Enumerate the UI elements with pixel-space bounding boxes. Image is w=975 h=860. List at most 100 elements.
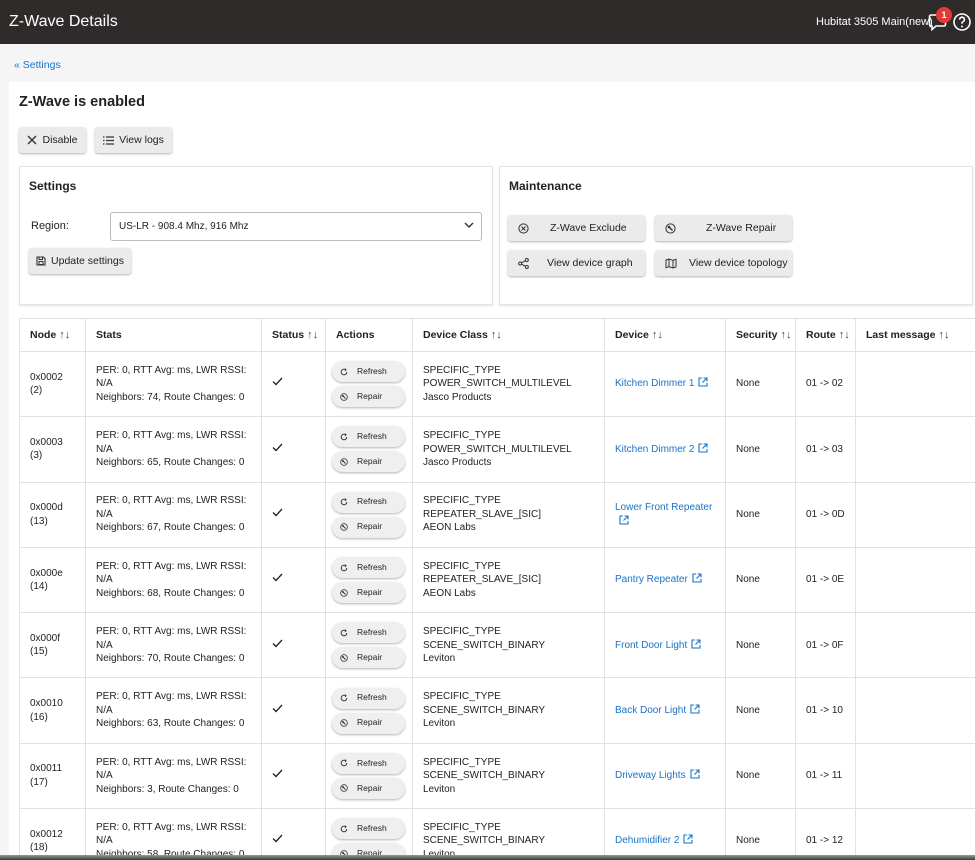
check-icon (272, 835, 283, 843)
column-header-device[interactable]: Device ↑↓ (604, 318, 726, 352)
column-header-security[interactable]: Security ↑↓ (725, 318, 796, 352)
repair-button[interactable]: Repair (332, 582, 405, 604)
stats-line-1: PER: 0, RTT Avg: ms, LWR RSSI: N/A (96, 756, 247, 782)
zwave-exclude-button[interactable]: Z-Wave Exclude (508, 215, 645, 241)
refresh-button[interactable]: Refresh (332, 557, 405, 579)
column-header-node[interactable]: Node ↑↓ (19, 318, 86, 352)
app-title: Z-Wave Details (9, 13, 118, 30)
zwave-repair-button[interactable]: Z-Wave Repair (655, 215, 792, 241)
help-icon[interactable] (952, 12, 972, 32)
sort-icon[interactable]: ↑↓ (652, 329, 663, 341)
external-link-icon[interactable] (692, 573, 702, 583)
refresh-button[interactable]: Refresh (332, 752, 405, 774)
device-class-line-2: SCENE_SWITCH_BINARY (423, 639, 546, 651)
repair-button[interactable]: Repair (332, 647, 405, 669)
refresh-icon (340, 498, 348, 506)
device-class-line-1: SPECIFIC_TYPE (423, 626, 501, 638)
node-decimal: (2) (30, 385, 43, 397)
check-icon (272, 769, 283, 778)
device-class-cell: SPECIFIC_TYPESCENE_SWITCH_BINARYLeviton (412, 612, 605, 679)
device-link[interactable]: Pantry Repeater (615, 574, 688, 585)
node-decimal: (18) (30, 842, 48, 854)
device-class-line-3: AEON Labs (423, 587, 476, 599)
device-link[interactable]: Front Door Light (615, 640, 687, 651)
device-link[interactable]: Back Door Light (615, 705, 686, 716)
stats-line-1: PER: 0, RTT Avg: ms, LWR RSSI: N/A (96, 626, 247, 651)
status-cell (261, 416, 326, 483)
external-link-icon[interactable] (619, 515, 629, 525)
refresh-button-label: Refresh (357, 692, 387, 703)
refresh-button[interactable]: Refresh (332, 622, 405, 644)
column-header-route[interactable]: Route ↑↓ (795, 318, 856, 352)
sort-icon[interactable]: ↑↓ (780, 329, 791, 341)
repair-icon (340, 588, 348, 597)
stats-cell: PER: 0, RTT Avg: ms, LWR RSSI: N/ANeighb… (85, 612, 262, 679)
map-icon (665, 257, 677, 269)
node-cell: 0x000d (13) (19, 481, 86, 548)
sort-icon[interactable]: ↑↓ (59, 329, 70, 341)
security-cell: None (725, 612, 796, 679)
repair-button[interactable]: Repair (332, 777, 405, 799)
route-cell: 01 -> 10 (795, 677, 856, 744)
device-link[interactable]: Dehumidifier 2 (615, 835, 679, 846)
disable-button[interactable]: Disable (19, 127, 86, 153)
hub-name[interactable]: Hubitat 3505 Main(new) (816, 16, 933, 28)
external-link-icon[interactable] (698, 443, 709, 453)
column-header-device-class[interactable]: Device Class ↑↓ (412, 318, 605, 352)
check-icon (272, 573, 283, 582)
stats-cell: PER: 0, RTT Avg: ms, LWR RSSI: N/ANeighb… (85, 350, 262, 418)
region-select[interactable]: US-LR - 908.4 Mhz, 916 Mhz (110, 212, 482, 241)
node-decimal: (14) (30, 581, 48, 593)
external-link-icon[interactable] (690, 704, 700, 714)
external-link-icon[interactable] (690, 769, 700, 779)
stats-cell: PER: 0, RTT Avg: ms, LWR RSSI: N/ANeighb… (85, 742, 262, 810)
repair-button[interactable]: Repair (332, 712, 405, 734)
device-link[interactable]: Lower Front Repeater (615, 502, 712, 513)
repair-button[interactable]: Repair (332, 451, 405, 473)
refresh-button[interactable]: Refresh (332, 687, 405, 709)
column-header-last-message[interactable]: Last message ↑↓ (855, 318, 975, 352)
view-logs-button[interactable]: View logs (95, 127, 172, 153)
sort-icon[interactable]: ↑↓ (307, 329, 318, 341)
route-cell: 01 -> 03 (795, 416, 856, 483)
external-link-icon[interactable] (683, 834, 694, 845)
external-link-icon[interactable] (698, 377, 709, 387)
device-link[interactable]: Kitchen Dimmer 2 (615, 444, 694, 455)
device-class-line-3: Leviton (423, 718, 456, 730)
refresh-icon (340, 433, 348, 441)
view-device-topology-button[interactable]: View device topology (655, 250, 792, 276)
device-class-cell: SPECIFIC_TYPESCENE_SWITCH_BINARYLeviton (412, 742, 605, 810)
device-link[interactable]: Driveway Lights (615, 770, 686, 781)
refresh-button[interactable]: Refresh (332, 426, 405, 448)
view-device-graph-label: View device graph (547, 257, 633, 269)
status-cell (261, 677, 326, 744)
repair-button[interactable]: Repair (332, 516, 405, 538)
refresh-button[interactable]: Refresh (332, 361, 405, 383)
check-icon (272, 508, 283, 517)
update-settings-button[interactable]: Update settings (29, 248, 131, 274)
view-device-graph-button[interactable]: View device graph (508, 250, 645, 276)
actions-cell: Refresh Repair (325, 416, 413, 483)
refresh-button-label: Refresh (357, 365, 387, 376)
device-link[interactable]: Kitchen Dimmer 1 (615, 378, 694, 389)
repair-button[interactable]: Repair (332, 386, 405, 408)
sort-icon[interactable]: ↑↓ (491, 329, 502, 341)
table-row: 0x000d (13) PER: 0, RTT Avg: ms, LWR RSSI:… (19, 481, 975, 548)
repair-icon (340, 392, 348, 401)
circle-x-icon (518, 222, 529, 234)
refresh-button[interactable]: Refresh (332, 491, 405, 513)
device-cell: Pantry Repeater (604, 546, 726, 614)
stats-line-2: Neighbors: 63, Route Changes: 0 (96, 718, 245, 730)
refresh-button[interactable]: Refresh (332, 818, 405, 840)
node-decimal: (16) (30, 711, 48, 723)
sort-icon[interactable]: ↑↓ (938, 329, 949, 341)
table-row: 0x0003 (3) PER: 0, RTT Avg: ms, LWR RSSI: … (19, 416, 975, 483)
node-cell: 0x0003 (3) (19, 416, 86, 483)
device-class-line-1: SPECIFIC_TYPE (423, 430, 501, 442)
external-link-icon[interactable] (691, 639, 701, 649)
column-header-status[interactable]: Status ↑↓ (261, 318, 326, 352)
breadcrumb-settings-link[interactable]: « Settings (14, 59, 61, 71)
actions-cell: Refresh Repair (325, 742, 413, 810)
sort-icon[interactable]: ↑↓ (839, 329, 850, 341)
zwave-repair-label: Z-Wave Repair (706, 222, 777, 234)
